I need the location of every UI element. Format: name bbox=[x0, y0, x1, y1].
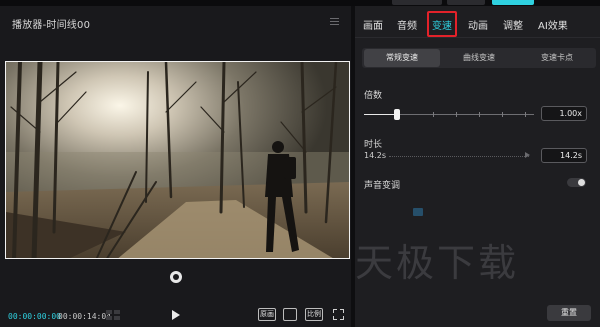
slider-tick bbox=[456, 112, 457, 117]
play-button[interactable] bbox=[172, 310, 180, 320]
duration-from: 14.2s bbox=[364, 151, 386, 160]
rotate-icon[interactable] bbox=[170, 271, 182, 283]
player-panel: 播放器-时间线00 00:00:00:00 00:00:14:04 原画 比例 bbox=[0, 6, 351, 327]
duration-arrow-line bbox=[389, 156, 529, 157]
tab-audio[interactable]: 音频 bbox=[397, 17, 417, 32]
subtab-normal-speed[interactable]: 常规变速 bbox=[364, 49, 440, 67]
toolbar-chip[interactable] bbox=[392, 0, 442, 5]
tab-picture[interactable]: 画面 bbox=[363, 17, 383, 32]
video-frame-image bbox=[6, 62, 349, 258]
panel-tabs: 画面 音频 变速 动画 调整 AI效果 bbox=[355, 6, 600, 38]
sound-pitch-toggle[interactable] bbox=[567, 178, 586, 187]
reset-button[interactable]: 重置 bbox=[547, 305, 591, 321]
tab-adjust[interactable]: 调整 bbox=[503, 17, 523, 32]
slider-tick bbox=[525, 112, 526, 117]
tab-animation[interactable]: 动画 bbox=[468, 17, 488, 32]
subtab-curve-speed[interactable]: 曲线变速 bbox=[440, 52, 518, 63]
export-chip[interactable] bbox=[492, 0, 534, 5]
total-time: 00:00:14:04 bbox=[58, 312, 111, 321]
sound-pitch-label: 声音变调 bbox=[364, 181, 401, 191]
aspect-ratio-button[interactable]: 比例 bbox=[305, 308, 323, 321]
tab-speed-highlight bbox=[427, 11, 457, 37]
tab-ai-effects[interactable]: AI效果 bbox=[538, 17, 568, 32]
fullscreen-icon[interactable] bbox=[333, 309, 344, 320]
video-preview[interactable] bbox=[5, 61, 350, 259]
faded-badge bbox=[413, 208, 423, 216]
player-title: 播放器-时间线00 bbox=[12, 20, 91, 31]
duration-label: 时长 bbox=[364, 140, 383, 150]
subtab-beat-speed[interactable]: 变速卡点 bbox=[518, 52, 596, 63]
player-header: 播放器-时间线00 bbox=[0, 6, 351, 38]
duration-value-input[interactable]: 14.2s bbox=[541, 148, 587, 163]
multiplier-value-input[interactable]: 1.00x bbox=[541, 106, 587, 121]
timecode-grid-icon[interactable] bbox=[106, 310, 122, 322]
original-quality-button[interactable]: 原画 bbox=[258, 308, 276, 321]
slider-tick bbox=[502, 112, 503, 117]
slider-fill bbox=[364, 114, 397, 115]
properties-panel: 画面 音频 变速 动画 调整 AI效果 常规变速 曲线变速 变速卡点 倍数 1.… bbox=[355, 6, 600, 327]
slider-thumb[interactable] bbox=[394, 109, 400, 120]
multiplier-label: 倍数 bbox=[364, 91, 383, 101]
slider-tick bbox=[479, 112, 480, 117]
arrow-right-icon bbox=[525, 152, 530, 158]
toolbar-chip[interactable] bbox=[447, 0, 485, 5]
app-window: 播放器-时间线00 00:00:00:00 00:00:14:04 原画 比例 … bbox=[0, 0, 600, 327]
slider-tick bbox=[433, 112, 434, 117]
hamburger-icon[interactable] bbox=[330, 18, 339, 26]
speed-mode-tabs: 常规变速 曲线变速 变速卡点 bbox=[362, 48, 596, 68]
crop-icon[interactable] bbox=[283, 308, 297, 321]
watermark-text: 天极下载 bbox=[355, 241, 520, 285]
current-time: 00:00:00:00 bbox=[8, 312, 61, 321]
